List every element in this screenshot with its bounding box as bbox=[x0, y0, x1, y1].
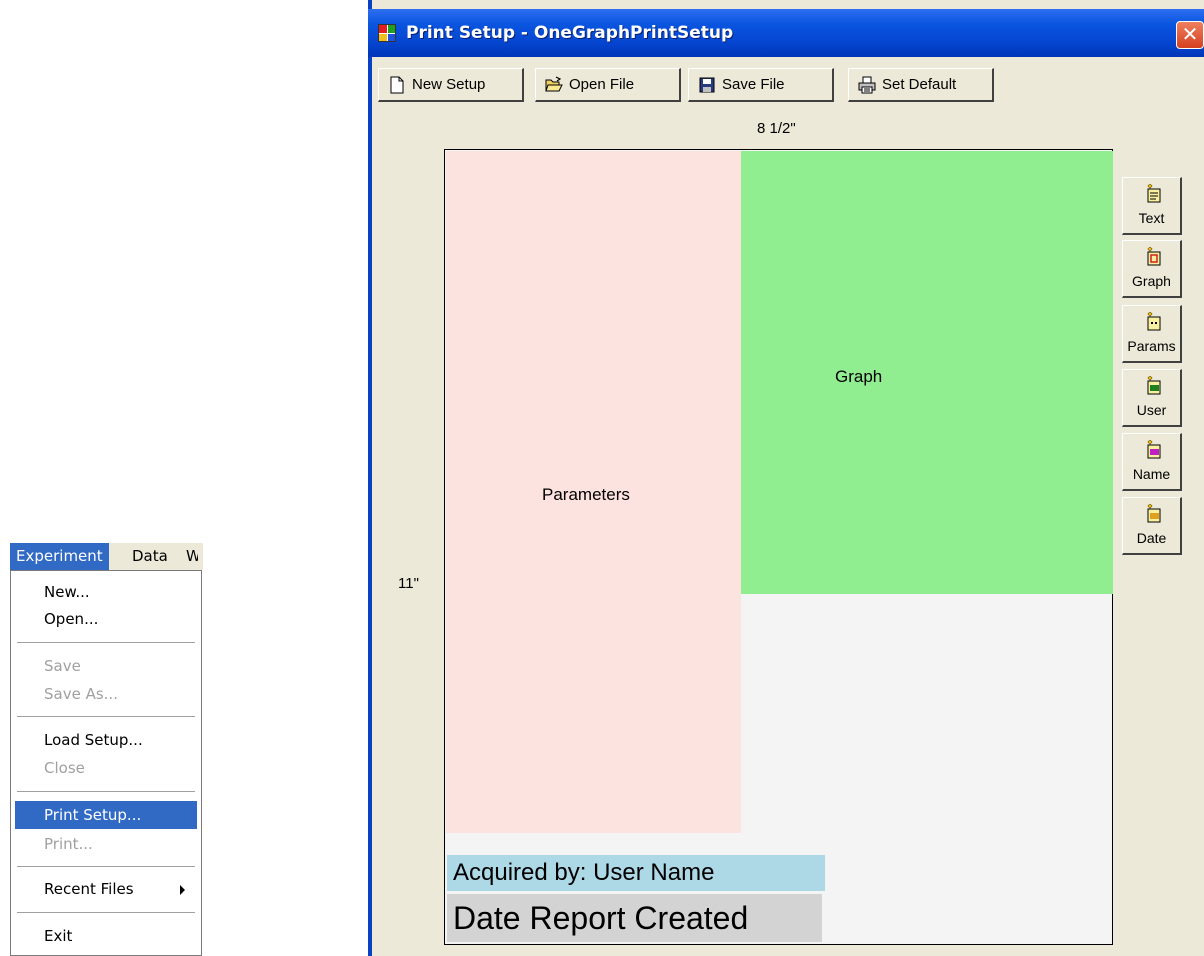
add-name-button[interactable]: Name bbox=[1122, 433, 1182, 491]
add-date-label: Date bbox=[1136, 530, 1167, 546]
app-icon bbox=[378, 24, 396, 42]
open-file-label: Open File bbox=[569, 76, 635, 93]
submenu-arrow-icon bbox=[180, 885, 185, 895]
menu-item-close[interactable]: Close bbox=[15, 756, 197, 780]
new-document-icon bbox=[390, 76, 404, 94]
menu-item-new[interactable]: New... bbox=[15, 580, 197, 604]
close-button[interactable]: ✕ bbox=[1176, 21, 1204, 49]
add-text-button[interactable]: Text bbox=[1122, 177, 1182, 235]
experiment-dropdown-menu: New... Open... Save Save As... Load Setu… bbox=[10, 570, 202, 956]
print-setup-window: Print Setup - OneGraphPrintSetup ✕ New S… bbox=[368, 0, 1204, 956]
menu-item-print-setup[interactable]: Print Setup... bbox=[15, 801, 197, 829]
add-text-icon bbox=[1147, 184, 1161, 203]
window-title: Print Setup - OneGraphPrintSetup bbox=[406, 23, 734, 43]
add-graph-icon bbox=[1147, 247, 1161, 266]
add-params-label: Params bbox=[1127, 338, 1176, 354]
printer-icon bbox=[858, 76, 876, 94]
new-setup-button[interactable]: New Setup bbox=[378, 68, 524, 102]
add-name-label: Name bbox=[1132, 466, 1171, 482]
add-graph-label: Graph bbox=[1132, 273, 1171, 289]
add-user-label: User bbox=[1136, 402, 1167, 418]
user-name-region[interactable]: Acquired by: User Name bbox=[447, 855, 825, 891]
parameters-region-label: Parameters bbox=[542, 485, 630, 504]
menu-window-truncated[interactable]: W bbox=[186, 543, 198, 570]
set-default-label: Set Default bbox=[882, 76, 957, 93]
add-user-button[interactable]: User bbox=[1122, 369, 1182, 427]
add-date-icon bbox=[1147, 504, 1161, 523]
menu-item-save-as[interactable]: Save As... bbox=[15, 682, 197, 706]
new-setup-label: New Setup bbox=[412, 76, 486, 93]
menu-separator bbox=[17, 642, 195, 644]
menu-data[interactable]: Data bbox=[126, 543, 174, 570]
menu-item-save[interactable]: Save bbox=[15, 654, 197, 678]
menu-bar: Experiment Data W bbox=[10, 543, 203, 570]
parameters-region[interactable]: Parameters bbox=[446, 151, 741, 833]
add-graph-button[interactable]: Graph bbox=[1122, 240, 1182, 298]
add-params-icon bbox=[1147, 312, 1161, 331]
title-bar[interactable]: Print Setup - OneGraphPrintSetup ✕ bbox=[368, 9, 1204, 57]
add-user-icon bbox=[1147, 376, 1161, 395]
page-preview: Parameters Graph Acquired by: User Name … bbox=[444, 149, 1113, 945]
menu-separator bbox=[17, 791, 195, 793]
menu-separator bbox=[17, 716, 195, 718]
set-default-button[interactable]: Set Default bbox=[848, 68, 994, 102]
save-file-button[interactable]: Save File bbox=[688, 68, 834, 102]
open-folder-icon bbox=[545, 76, 563, 92]
menu-item-exit[interactable]: Exit bbox=[15, 924, 197, 948]
menu-item-print[interactable]: Print... bbox=[15, 832, 197, 856]
menu-item-load-setup[interactable]: Load Setup... bbox=[15, 728, 197, 752]
add-name-icon bbox=[1147, 440, 1161, 459]
date-region[interactable]: Date Report Created bbox=[447, 894, 822, 942]
menu-item-recent-files[interactable]: Recent Files bbox=[15, 877, 197, 901]
save-file-label: Save File bbox=[722, 76, 785, 93]
add-text-label: Text bbox=[1138, 210, 1165, 226]
page-height-label: 11" bbox=[398, 575, 419, 592]
open-file-button[interactable]: Open File bbox=[535, 68, 681, 102]
menu-separator bbox=[17, 866, 195, 868]
menu-item-open[interactable]: Open... bbox=[15, 607, 197, 631]
add-params-button[interactable]: Params bbox=[1122, 305, 1182, 363]
graph-region[interactable]: Graph bbox=[741, 151, 1113, 594]
floppy-disk-icon bbox=[699, 77, 715, 93]
menu-experiment[interactable]: Experiment bbox=[10, 543, 109, 570]
page-width-label: 8 1/2" bbox=[757, 120, 796, 137]
graph-region-label: Graph bbox=[835, 367, 883, 386]
add-date-button[interactable]: Date bbox=[1122, 497, 1182, 555]
menu-separator bbox=[17, 912, 195, 914]
menu-item-recent-files-label: Recent Files bbox=[44, 880, 134, 898]
